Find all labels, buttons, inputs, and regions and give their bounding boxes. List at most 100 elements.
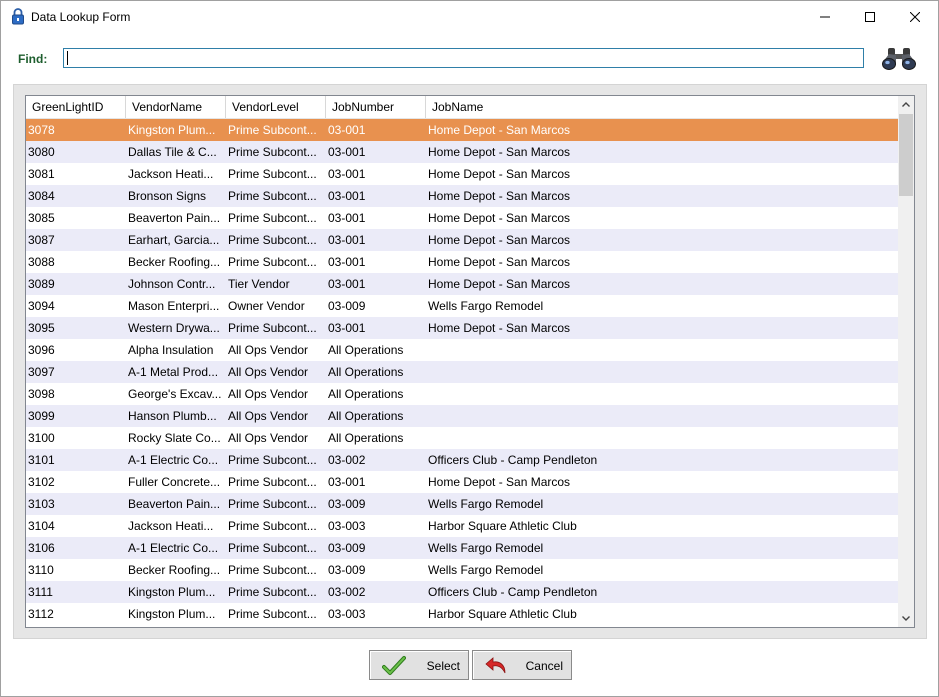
select-button[interactable]: Select	[369, 650, 469, 680]
scroll-down-button[interactable]	[898, 610, 914, 627]
cell-jobnumber: 03-001	[328, 211, 366, 225]
cell-vendorlevel: Prime Subcont...	[228, 563, 317, 577]
maximize-button[interactable]	[847, 1, 893, 32]
cell-vendorname: Rocky Slate Co...	[128, 431, 221, 445]
minimize-icon	[820, 16, 830, 17]
cell-jobnumber: 03-001	[328, 167, 366, 181]
cell-jobname	[426, 405, 898, 427]
table-row[interactable]: 3088 Becker Roofing... Prime Subcont... 03-…	[26, 251, 898, 273]
table-row[interactable]: 3087 Earhart, Garcia... Prime Subcont... 03…	[26, 229, 898, 251]
cell-greenlightid: 3085	[28, 211, 55, 225]
column-header-greenlightid[interactable]: GreenLightID	[26, 96, 126, 118]
cell-jobname: Wells Fargo Remodel	[428, 541, 544, 555]
table-row[interactable]: 3111 Kingston Plum... Prime Subcont... 03-0…	[26, 581, 898, 603]
binoculars-icon	[882, 48, 916, 70]
table-row[interactable]: 3078 Kingston Plum... Prime Subcont... 03-0…	[26, 119, 898, 141]
cell-vendorname: Kingston Plum...	[128, 607, 216, 621]
title-bar[interactable]: Data Lookup Form	[1, 1, 938, 32]
cell-jobnumber: 03-002	[328, 453, 366, 467]
checkmark-icon	[382, 656, 406, 675]
select-button-label: Select	[426, 659, 460, 673]
cell-jobnumber: 03-009	[328, 299, 366, 313]
padlock-icon	[12, 8, 24, 25]
cell-vendorlevel: Prime Subcont...	[228, 519, 317, 533]
table-row[interactable]: 3084 Bronson Signs Prime Subcont... 03-001 H…	[26, 185, 898, 207]
cell-jobname: Home Depot - San Marcos	[428, 211, 571, 225]
cell-vendorname: Jackson Heati...	[128, 519, 214, 533]
cell-vendorlevel: Prime Subcont...	[228, 475, 317, 489]
table-row[interactable]: 3102 Fuller Concrete... Prime Subcont... 03…	[26, 471, 898, 493]
cell-vendorlevel: Prime Subcont...	[228, 145, 317, 159]
cell-greenlightid: 3099	[28, 409, 55, 423]
search-button[interactable]	[881, 46, 917, 72]
cell-greenlightid: 3101	[28, 453, 55, 467]
cell-jobname: Home Depot - San Marcos	[428, 145, 571, 159]
table-row[interactable]: 3080 Dallas Tile & C... Prime Subcont... 03…	[26, 141, 898, 163]
table-row[interactable]: 3097 A-1 Metal Prod... All Ops Vendor All O…	[26, 361, 898, 383]
cell-greenlightid: 3081	[28, 167, 55, 181]
column-header-jobnumber[interactable]: JobNumber	[326, 96, 426, 118]
cancel-button[interactable]: Cancel	[472, 650, 572, 680]
table-row[interactable]: 3098 George's Excav... All Ops Vendor All O…	[26, 383, 898, 405]
cell-greenlightid: 3088	[28, 255, 55, 269]
cell-jobnumber: 03-001	[328, 321, 366, 335]
cell-jobnumber: All Operations	[328, 431, 404, 445]
cell-vendorlevel: All Ops Vendor	[228, 343, 309, 357]
table-row[interactable]: 3099 Hanson Plumb... All Ops Vendor All Ope…	[26, 405, 898, 427]
cell-greenlightid: 3084	[28, 189, 55, 203]
table-row[interactable]: 3095 Western Drywa... Prime Subcont... 03-0…	[26, 317, 898, 339]
table-row[interactable]: 3103 Beaverton Pain... Prime Subcont... 03-…	[26, 493, 898, 515]
cell-vendorlevel: Prime Subcont...	[228, 321, 317, 335]
column-header-vendorlevel[interactable]: VendorLevel	[226, 96, 326, 118]
table-row[interactable]: 3101 A-1 Electric Co... Prime Subcont... 03…	[26, 449, 898, 471]
close-icon	[910, 11, 920, 22]
cell-greenlightid: 3089	[28, 277, 55, 291]
table-row[interactable]: 3081 Jackson Heati... Prime Subcont... 03-0…	[26, 163, 898, 185]
table-row[interactable]: 3106 A-1 Electric Co... Prime Subcont... 03…	[26, 537, 898, 559]
close-button[interactable]	[892, 1, 938, 32]
scroll-up-button[interactable]	[898, 96, 914, 113]
minimize-button[interactable]	[802, 1, 848, 32]
cell-vendorname: Bronson Signs	[128, 189, 207, 203]
cell-jobnumber: All Operations	[328, 387, 404, 401]
cell-vendorlevel: Prime Subcont...	[228, 541, 317, 555]
table-row[interactable]: 3110 Becker Roofing... Prime Subcont... 03-…	[26, 559, 898, 581]
table-row[interactable]: 3085 Beaverton Pain... Prime Subcont... 03-…	[26, 207, 898, 229]
cell-jobnumber: 03-003	[328, 519, 366, 533]
cell-jobname: Home Depot - San Marcos	[428, 189, 571, 203]
cell-jobnumber: All Operations	[328, 343, 404, 357]
cell-greenlightid: 3102	[28, 475, 55, 489]
cell-vendorlevel: All Ops Vendor	[228, 387, 309, 401]
cell-jobnumber: 03-001	[328, 475, 366, 489]
cell-vendorlevel: All Ops Vendor	[228, 365, 309, 379]
cell-jobname: Wells Fargo Remodel	[428, 299, 544, 313]
cell-greenlightid: 3096	[28, 343, 55, 357]
vertical-scrollbar[interactable]	[898, 96, 914, 627]
column-header-jobname[interactable]: JobName	[426, 96, 898, 118]
cell-vendorlevel: All Ops Vendor	[228, 431, 309, 445]
cell-vendorname: Jackson Heati...	[128, 167, 214, 181]
cell-vendorname: Alpha Insulation	[128, 343, 214, 357]
cell-jobname: Home Depot - San Marcos	[428, 233, 571, 247]
find-input[interactable]	[63, 48, 864, 68]
scrollbar-thumb[interactable]	[899, 114, 913, 196]
cell-vendorname: Beaverton Pain...	[128, 497, 221, 511]
table-row[interactable]: 3094 Mason Enterpri... Owner Vendor 03-009 W…	[26, 295, 898, 317]
cell-jobnumber: 03-001	[328, 189, 366, 203]
table-row[interactable]: 3104 Jackson Heati... Prime Subcont... 03-0…	[26, 515, 898, 537]
window-title: Data Lookup Form	[31, 10, 131, 24]
cell-vendorlevel: Tier Vendor	[228, 277, 290, 291]
cell-vendorname: George's Excav...	[128, 387, 222, 401]
chevron-down-icon	[902, 616, 910, 621]
cell-greenlightid: 3078	[28, 123, 55, 137]
table-row[interactable]: 3112 Kingston Plum... Prime Subcont... 03-0…	[26, 603, 898, 625]
table-row[interactable]: 3096 Alpha Insulation All Ops Vendor All Op…	[26, 339, 898, 361]
lookup-grid[interactable]: GreenLightID VendorName VendorLevel JobN…	[25, 95, 915, 628]
cell-jobnumber: 03-009	[328, 497, 366, 511]
cell-jobname: Officers Club - Camp Pendleton	[428, 585, 598, 599]
column-header-vendorname[interactable]: VendorName	[126, 96, 226, 118]
table-row[interactable]: 3100 Rocky Slate Co... All Ops Vendor All O…	[26, 427, 898, 449]
table-row[interactable]: 3089 Johnson Contr... Tier Vendor 03-001 Hom…	[26, 273, 898, 295]
cell-jobname: Wells Fargo Remodel	[428, 563, 544, 577]
cell-jobnumber: 03-009	[328, 541, 366, 555]
